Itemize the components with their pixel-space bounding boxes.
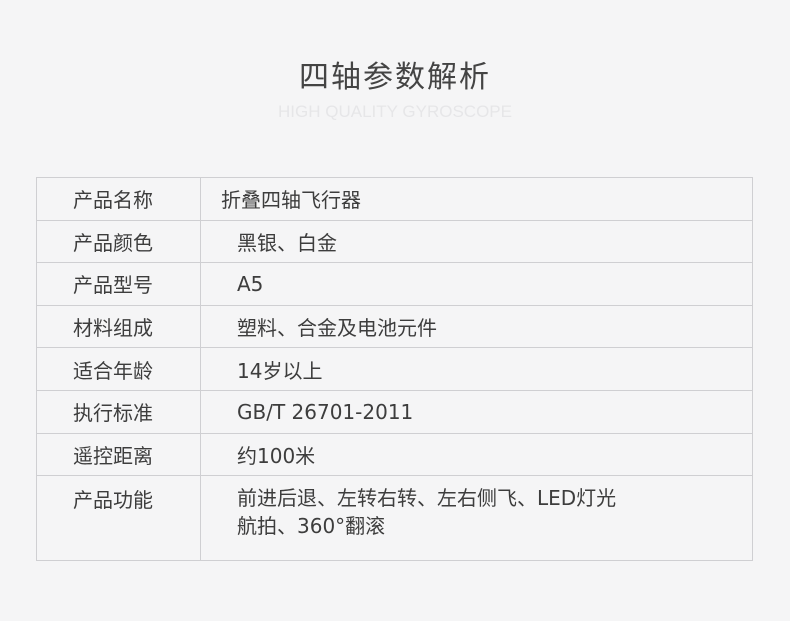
- spec-label: 产品名称: [36, 177, 201, 221]
- spec-value: 黑银、白金: [200, 219, 753, 264]
- table-row: 产品功能 前进后退、左转右转、左右侧飞、LED灯光 航拍、360°翻滚: [36, 475, 753, 562]
- spec-value-line: 前进后退、左转右转、左右侧飞、LED灯光: [237, 486, 617, 511]
- spec-label: 产品功能: [36, 475, 201, 562]
- table-row: 材料组成 塑料、合金及电池元件: [36, 304, 753, 349]
- page-title: 四轴参数解析: [299, 60, 491, 95]
- spec-label: 适合年龄: [36, 347, 201, 391]
- spec-value: 14岁以上: [200, 347, 753, 391]
- spec-label: 材料组成: [36, 304, 201, 349]
- table-row: 遥控距离 约100米: [36, 432, 753, 477]
- table-row: 产品颜色 黑银、白金: [36, 219, 753, 264]
- page-subtitle: HIGH QUALITY GYROSCOPE: [278, 102, 512, 121]
- table-row: 产品名称 折叠四轴飞行器: [36, 177, 753, 221]
- spec-value: GB/T 26701-2011: [200, 389, 753, 434]
- spec-label: 产品型号: [36, 262, 201, 306]
- spec-value-line: 航拍、360°翻滚: [237, 514, 386, 539]
- table-row: 产品型号 A5: [36, 262, 753, 306]
- spec-table: 产品名称 折叠四轴飞行器 产品颜色 黑银、白金 产品型号 A5 材料组成 塑料、…: [36, 177, 753, 562]
- spec-value-multiline: 前进后退、左转右转、左右侧飞、LED灯光 航拍、360°翻滚: [200, 475, 753, 562]
- spec-label: 产品颜色: [36, 219, 201, 264]
- table-row: 适合年龄 14岁以上: [36, 347, 753, 391]
- spec-label: 执行标准: [36, 389, 201, 434]
- spec-value: 塑料、合金及电池元件: [200, 304, 753, 349]
- spec-value: A5: [200, 262, 753, 306]
- spec-value: 约100米: [200, 432, 753, 477]
- table-row: 执行标准 GB/T 26701-2011: [36, 389, 753, 434]
- spec-label: 遥控距离: [36, 432, 201, 477]
- spec-value: 折叠四轴飞行器: [200, 177, 753, 221]
